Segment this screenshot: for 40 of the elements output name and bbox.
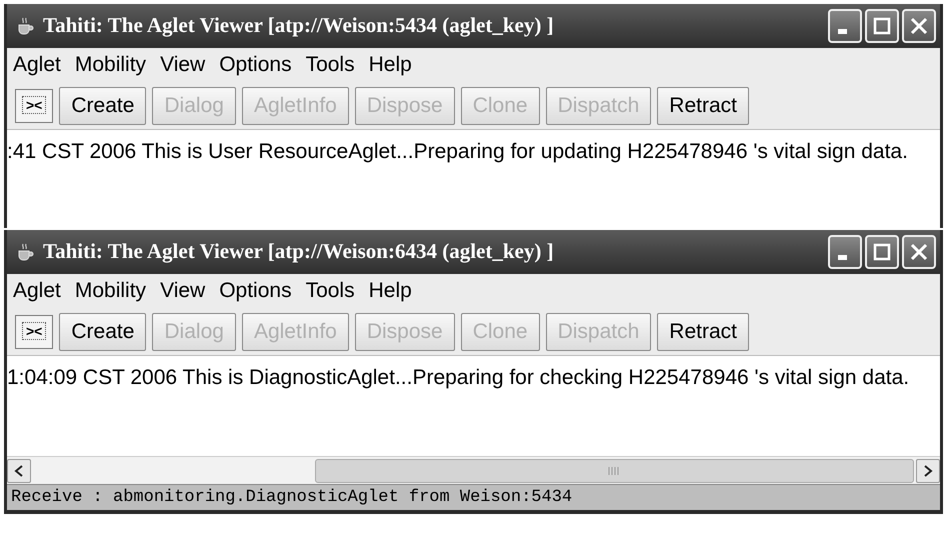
minimize-button[interactable] bbox=[828, 9, 862, 43]
log-line: :41 CST 2006 This is User ResourceAglet...Preparing for updating H225478946 's vital sign data. bbox=[7, 139, 908, 165]
minimize-icon bbox=[838, 254, 846, 260]
toolbar-button[interactable]: Create bbox=[59, 312, 146, 350]
menu-item[interactable]: Aglet bbox=[13, 49, 61, 81]
close-button[interactable] bbox=[902, 9, 936, 43]
horizontal-scrollbar[interactable] bbox=[7, 456, 940, 484]
scroll-thumb[interactable] bbox=[314, 458, 914, 482]
close-icon bbox=[909, 242, 929, 262]
scroll-left-button[interactable] bbox=[7, 458, 31, 482]
menu-item[interactable]: View bbox=[160, 275, 206, 307]
window-title: Tahiti: The Aglet Viewer [atp://Weison:5434 (aglet_key) ] bbox=[43, 12, 554, 40]
maximize-icon bbox=[872, 16, 892, 36]
menu-item[interactable]: Tools bbox=[306, 275, 355, 307]
menu-item[interactable]: Aglet bbox=[13, 275, 61, 307]
close-button[interactable] bbox=[902, 235, 936, 269]
minimize-button[interactable] bbox=[828, 235, 862, 269]
menu-item[interactable]: View bbox=[160, 49, 206, 81]
menu-item[interactable]: Help bbox=[368, 49, 412, 81]
log-line: 1:04:09 CST 2006 This is DiagnosticAglet...Preparing for checking H225478946 's vital sign data. bbox=[7, 365, 910, 391]
toggle-button[interactable]: >< bbox=[15, 88, 54, 122]
maximize-button[interactable] bbox=[865, 9, 899, 43]
menu-item[interactable]: Options bbox=[219, 275, 292, 307]
menu-item[interactable]: Help bbox=[368, 275, 412, 307]
toolbar-button[interactable]: Retract bbox=[657, 312, 749, 350]
toggle-button[interactable]: >< bbox=[15, 314, 54, 348]
maximize-button[interactable] bbox=[865, 235, 899, 269]
grip-icon bbox=[607, 466, 622, 476]
scroll-right-button[interactable] bbox=[916, 458, 940, 482]
close-icon bbox=[909, 16, 929, 36]
window-title: Tahiti: The Aglet Viewer [atp://Weison:6434 (aglet_key) ] bbox=[43, 238, 554, 266]
maximize-icon bbox=[872, 242, 892, 262]
menu-item[interactable]: Mobility bbox=[74, 49, 146, 81]
status-text: Receive : abmonitoring.DiagnosticAglet from Weison:5434 bbox=[11, 486, 572, 509]
menu-item[interactable]: Options bbox=[219, 49, 292, 81]
menu-item[interactable]: Tools bbox=[306, 49, 355, 81]
toolbar-button[interactable]: Retract bbox=[657, 86, 749, 124]
toolbar-button[interactable]: Create bbox=[59, 86, 146, 124]
minimize-icon bbox=[838, 28, 846, 34]
menu-item[interactable]: Mobility bbox=[74, 275, 146, 307]
